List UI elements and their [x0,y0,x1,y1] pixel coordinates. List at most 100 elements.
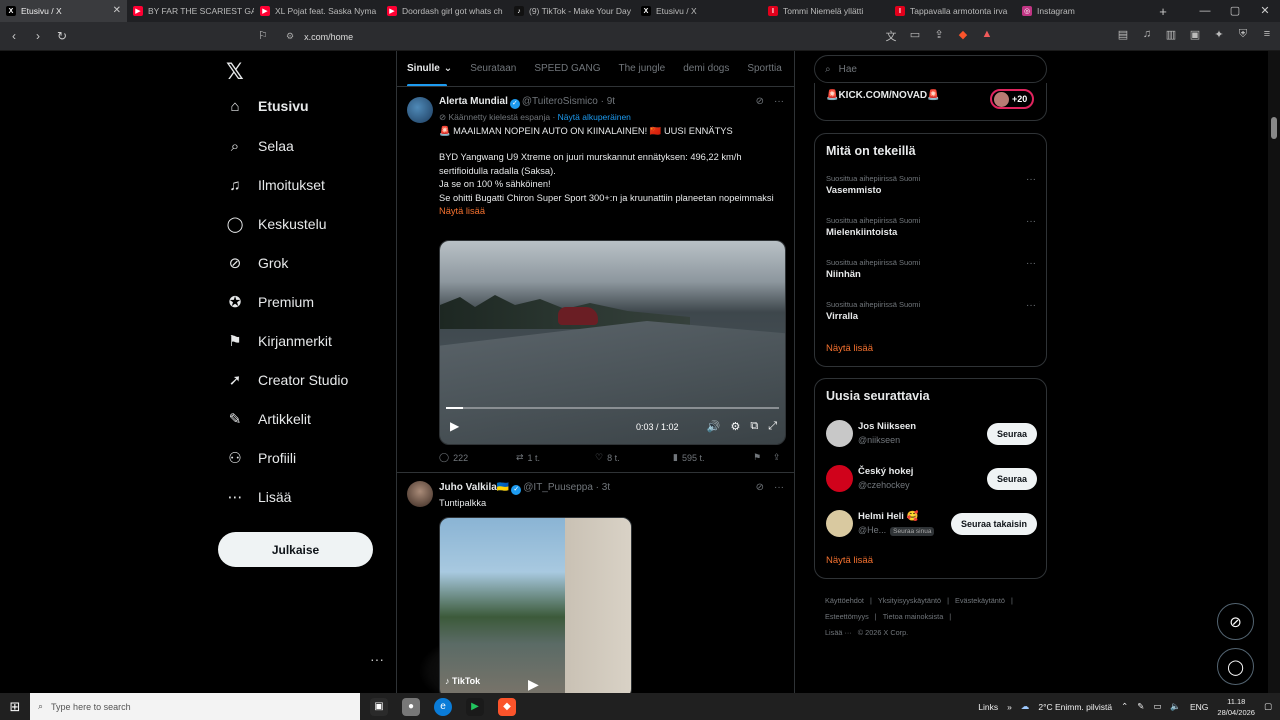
avatar[interactable] [826,420,853,447]
tweet-author-name[interactable]: Alerta Mundial [439,96,508,107]
footer-link[interactable]: Lisää ··· [825,628,852,637]
footer-link[interactable]: Käyttöehdot [825,596,864,605]
tweet-handle[interactable]: @IT_Puuseppa [523,482,593,493]
video-progress-bar[interactable] [446,407,779,409]
trend-item[interactable]: Suosittua aihepiirissä Suomi Niinhän ··· [826,258,1036,280]
trend-item[interactable]: Suosittua aihepiirissä Suomi Mielenkiinto… [826,216,1036,238]
brave-icon[interactable]: ◆ [498,697,516,716]
trend-more-icon[interactable]: ··· [1026,174,1036,185]
timeline-tab[interactable]: Sporttia [747,51,791,86]
footer-link[interactable]: Evästekäytäntö [955,596,1005,605]
tweet-author-name[interactable]: Juho Valkila🇺🇦 [439,482,509,493]
tweet-photo[interactable]: ♪ TikTok ▶ [439,517,632,693]
back-icon[interactable]: ‹ [4,29,24,43]
minimize-icon[interactable]: — [1190,0,1220,22]
menu-icon[interactable]: ≡ [1260,28,1274,41]
avatar[interactable] [826,465,853,492]
post-button[interactable]: Julkaise [218,532,373,567]
browser-tab[interactable]: I Tommi Niemelä yllätti [762,0,889,22]
messages-fab-icon[interactable]: ◯ [1217,648,1254,685]
live-banner[interactable]: 🚨KICK.COM/NOVAD🚨 +20 [814,83,1047,121]
browser-tab[interactable]: X Etusivu / X ✕ [0,0,127,22]
browser-tab[interactable]: ▶ BY FAR THE SCARIEST GAM [127,0,254,22]
cast-icon[interactable]: ▭ [908,28,922,44]
pip-icon[interactable]: ⧉ [750,420,758,433]
tweet-time[interactable]: 3t [602,482,610,493]
windows-start-icon[interactable]: ⊞ [0,699,30,715]
maximize-icon[interactable]: ▢ [1220,0,1250,22]
browser-tab[interactable]: ♪ (9) TikTok - Make Your Day [508,0,635,22]
fullscreen-icon[interactable]: ⤢ [768,420,777,433]
timeline-tab[interactable]: The jungle [618,51,675,86]
sidebar-toggle-icon[interactable]: ▤ [1116,28,1130,41]
tweet-author[interactable]: Juho Valkila🇺🇦 ✓ @IT_Puuseppa · 3t [439,482,610,495]
views-button[interactable]: ▮ 595 t. [673,452,753,463]
close-window-icon[interactable]: ✕ [1250,0,1280,22]
chevron-icon[interactable]: » [1007,702,1012,712]
network-icon[interactable]: ▭ [1153,701,1161,712]
live-title[interactable]: 🚨KICK.COM/NOVAD🚨 [826,90,940,101]
weather-text[interactable]: 2°C Enimm. pilvistä [1038,702,1112,712]
new-tab-icon[interactable]: + [1151,4,1175,19]
grok-fab-icon[interactable]: ⊘ [1217,603,1254,640]
browser-tab[interactable]: ▶ Doordash girl got whats ch [381,0,508,22]
trend-more-icon[interactable]: ··· [1026,216,1036,227]
nav-item-lisää[interactable]: ⋯ Lisää [226,482,292,512]
brave-rewards-icon[interactable]: ▲ [980,28,994,44]
footer-link[interactable]: © 2026 X Corp. [858,628,908,637]
nav-item-etusivu[interactable]: ⌂ Etusivu [226,91,308,121]
timeline-tab[interactable]: demi dogs [683,51,739,86]
suggestion-name[interactable]: Helmi Heli 🥰 [858,511,918,522]
bookmark-tweet-icon[interactable]: ⚑ [753,452,773,463]
volume-icon[interactable]: 🔈 [1170,701,1181,712]
site-info-icon[interactable]: ⚙ [286,31,294,42]
tweet-more-icon[interactable]: ··· [774,96,784,107]
scrollbar[interactable] [1268,51,1280,693]
footer-link[interactable]: Tietoa mainoksista [883,612,944,621]
tweet-video[interactable]: ▶ 0:03 / 1:02 🔊 ⚙ ⧉ ⤢ [439,240,786,445]
show-more-link[interactable]: Näytä lisää [439,205,784,219]
avatar[interactable] [826,510,853,537]
media-icon[interactable]: ♫ [1140,28,1154,41]
trends-show-more[interactable]: Näytä lisää [826,343,873,354]
tweet-author[interactable]: Alerta Mundial ✓ @TuiteroSismico · 9t [439,96,615,109]
reading-list-icon[interactable]: ▥ [1164,28,1178,41]
edge-icon[interactable]: e [434,697,452,716]
grok-explain-icon[interactable]: ⊘ [756,96,764,107]
vpn-icon[interactable]: ⛨ [1236,28,1250,41]
suggestion-name[interactable]: Jos Niikseen [858,421,916,432]
brave-shield-icon[interactable]: ◆ [956,28,970,44]
nav-item-creator-studio[interactable]: ➚ Creator Studio [226,365,349,395]
follow-button[interactable]: Seuraa takaisin [950,513,1037,535]
show-original-link[interactable]: Näytä alkuperäinen [558,112,631,122]
follow-suggestion[interactable]: Český hokej @czehockey Seuraa [826,464,1037,494]
app-icon[interactable]: ● [402,697,420,716]
tweet-avatar[interactable] [407,481,433,507]
leo-icon[interactable]: ✦ [1212,28,1226,41]
nav-item-premium[interactable]: ✪ Premium [226,287,314,317]
account-more-icon[interactable]: ··· [370,651,384,667]
repost-button[interactable]: ⇄ 1 t. [516,452,595,463]
x-logo-icon[interactable]: 𝕏 [226,59,244,85]
play-icon[interactable]: ▶ [528,676,539,693]
share-tweet-icon[interactable]: ⇪ [773,452,781,463]
footer-link[interactable]: Esteettömyys [825,612,869,621]
nav-item-ilmoitukset[interactable]: ♫ Ilmoitukset [226,170,325,200]
tweet[interactable]: Juho Valkila🇺🇦 ✓ @IT_Puuseppa · 3t ⊘ ··· T… [397,473,794,693]
settings-icon[interactable]: ⚙ [730,420,740,433]
play-app-icon[interactable]: ▶ [466,697,484,716]
nav-item-selaa[interactable]: ⌕ Selaa [226,131,294,161]
nav-item-keskustelu[interactable]: ◯ Keskustelu [226,209,327,239]
task-view-icon[interactable]: ▣ [370,697,388,716]
taskbar-search-input[interactable]: ⌕ Type here to search [30,693,360,720]
tweet[interactable]: Alerta Mundial ✓ @TuiteroSismico · 9t ⊘ ··… [397,87,794,472]
follow-suggestion[interactable]: Jos Niikseen @niikseen Seuraa [826,419,1037,449]
share-icon[interactable]: ⇪ [932,28,946,44]
reload-icon[interactable]: ↻ [52,29,72,43]
clock[interactable]: 11.18 28/04/2026 [1217,696,1255,718]
follow-button[interactable]: Seuraa [986,468,1037,490]
timeline-tab[interactable]: Seurataan [470,51,526,86]
links-toolbar[interactable]: Links [978,702,998,712]
nav-item-artikkelit[interactable]: ✎ Artikkelit [226,404,311,434]
browser-tab[interactable]: ▶ XL Pojat feat. Saska Nyma [254,0,381,22]
